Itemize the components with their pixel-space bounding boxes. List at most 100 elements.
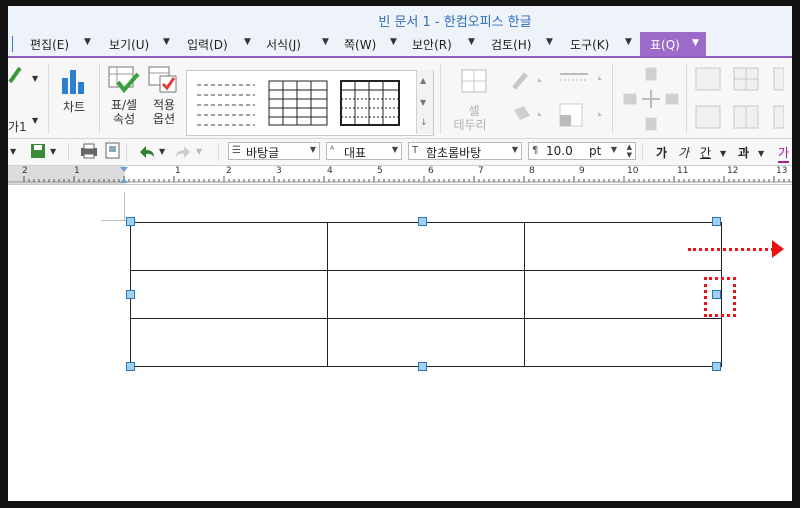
chevron-down-icon[interactable]: ▼ bbox=[32, 72, 38, 86]
table-cell[interactable] bbox=[327, 222, 525, 271]
document-canvas[interactable] bbox=[8, 185, 792, 501]
table-cell[interactable] bbox=[130, 270, 328, 319]
table-cell-properties-button[interactable]: 표/셀 속성 bbox=[106, 64, 142, 130]
chevron-down-icon[interactable]: ▼ bbox=[196, 145, 202, 159]
table-cell[interactable] bbox=[524, 222, 722, 271]
chevron-down-icon[interactable]: ▼ bbox=[163, 37, 170, 47]
table-style-dashed[interactable] bbox=[195, 79, 257, 127]
chevron-down-icon[interactable]: ▼ bbox=[84, 37, 91, 47]
chevron-down-icon[interactable]: ▼ bbox=[758, 147, 764, 161]
print-preview-icon[interactable] bbox=[104, 142, 122, 160]
spin-up-icon[interactable]: ▲ bbox=[627, 143, 632, 151]
menu-security[interactable]: 보안(R) ▼ bbox=[412, 36, 475, 53]
chevron-down-icon[interactable]: ▼ bbox=[159, 145, 165, 159]
font-size-select[interactable]: ¶ 10.0 pt ▼ ▲ ▼ bbox=[528, 142, 636, 160]
merge-split-icons[interactable] bbox=[694, 66, 784, 132]
chevron-down-icon[interactable]: ▼ bbox=[10, 145, 16, 159]
chevron-down-icon[interactable]: ▼ bbox=[611, 145, 617, 154]
horizontal-ruler[interactable]: 2 1 1 2 3 4 5 6 7 8 9 10 11 12 13 bbox=[8, 166, 792, 185]
cell-border-button[interactable]: 셀 테두리 bbox=[453, 66, 494, 132]
resize-handle-top[interactable] bbox=[418, 217, 427, 226]
bold-button[interactable]: 가 bbox=[656, 144, 667, 161]
chevron-down-icon[interactable]: ▼ bbox=[32, 114, 38, 128]
language-select[interactable]: ᴬ 대표 ▼ bbox=[326, 142, 402, 160]
resize-handle-top-left[interactable] bbox=[126, 217, 135, 226]
strikethrough-button[interactable]: 과 bbox=[738, 144, 749, 161]
table-check-icon bbox=[108, 66, 140, 94]
insert-delete-icons[interactable] bbox=[620, 66, 680, 132]
table-row bbox=[130, 270, 722, 319]
italic-button[interactable]: 가 bbox=[678, 144, 689, 161]
chart-button[interactable]: 차트 bbox=[58, 66, 90, 128]
menu-table[interactable]: 표(Q) ▼ bbox=[640, 32, 706, 56]
table-cell-properties-label-2: 속성 bbox=[112, 112, 136, 126]
document-table[interactable] bbox=[130, 222, 722, 367]
apply-options-label-1: 적용 bbox=[152, 98, 176, 112]
spin-down-icon[interactable]: ▼ bbox=[627, 151, 632, 159]
gallery-expand-icon[interactable]: ↓ bbox=[420, 116, 428, 130]
line-style-icon[interactable] bbox=[558, 68, 608, 92]
ruler-number: 5 bbox=[377, 166, 383, 176]
cell-border-label-1: 셀 bbox=[468, 104, 480, 118]
table-cell[interactable] bbox=[327, 318, 525, 367]
divider bbox=[126, 143, 127, 161]
font-select[interactable]: T 함초롬바탕 ▼ bbox=[408, 142, 522, 160]
drag-arrow-line bbox=[688, 248, 774, 251]
redo-icon[interactable] bbox=[174, 144, 192, 158]
divider bbox=[218, 143, 219, 161]
ruler-number: 10 bbox=[627, 166, 639, 176]
brush-icon[interactable] bbox=[508, 68, 548, 92]
menu-review[interactable]: 검토(H) ▼ bbox=[491, 36, 553, 53]
resize-handle-bottom[interactable] bbox=[418, 362, 427, 371]
chevron-down-icon[interactable]: ▼ bbox=[512, 145, 518, 154]
resize-handle-left[interactable] bbox=[126, 290, 135, 299]
chevron-down-icon[interactable]: ▼ bbox=[720, 147, 726, 161]
chevron-down-icon[interactable]: ▼ bbox=[468, 37, 475, 47]
menu-page[interactable]: 쪽(W) ▼ bbox=[344, 36, 397, 53]
chevron-down-icon[interactable]: ▼ bbox=[390, 37, 397, 47]
divider bbox=[642, 143, 643, 161]
table-cell[interactable] bbox=[327, 270, 525, 319]
menu-edit[interactable]: 편집(E) ▼ bbox=[30, 36, 91, 53]
scroll-up-icon[interactable]: ▲ bbox=[420, 74, 426, 88]
style-select[interactable]: ☰ 바탕글 ▼ bbox=[228, 142, 320, 160]
font-color-button[interactable]: 가 bbox=[778, 144, 790, 163]
menu-insert[interactable]: 입력(D) ▼ bbox=[187, 36, 251, 53]
underline-button[interactable]: 간 bbox=[700, 144, 711, 161]
ruler-number: 11 bbox=[677, 166, 689, 176]
chevron-down-icon[interactable]: ▼ bbox=[244, 37, 251, 47]
fill-bucket-icon[interactable] bbox=[508, 102, 548, 126]
chevron-down-icon[interactable]: ▼ bbox=[625, 37, 632, 47]
scroll-down-icon[interactable]: ▼ bbox=[420, 96, 426, 110]
table-cell[interactable] bbox=[524, 318, 722, 367]
chevron-down-icon[interactable]: ▼ bbox=[692, 38, 699, 48]
menu-separator bbox=[12, 36, 13, 52]
table-cell[interactable] bbox=[524, 270, 722, 319]
chevron-down-icon[interactable]: ▼ bbox=[50, 145, 56, 159]
menu-tools-label: 도구(K) bbox=[570, 38, 610, 52]
chevron-down-icon[interactable]: ▼ bbox=[392, 145, 398, 154]
table-checkbox-icon bbox=[148, 66, 177, 93]
resize-handle-bottom-left[interactable] bbox=[126, 362, 135, 371]
table-style-grid[interactable] bbox=[267, 79, 329, 127]
table-cell[interactable] bbox=[130, 222, 328, 271]
print-icon[interactable] bbox=[80, 143, 98, 159]
font-size-value: 10.0 bbox=[546, 144, 573, 158]
cell-shade-icon[interactable] bbox=[558, 102, 608, 130]
chevron-down-icon[interactable]: ▼ bbox=[546, 37, 553, 47]
menu-edit-label: 편집(E) bbox=[30, 38, 70, 52]
table-cell[interactable] bbox=[130, 318, 328, 367]
apply-options-button[interactable]: 적용 옵션 bbox=[146, 64, 182, 130]
resize-handle-top-right[interactable] bbox=[712, 217, 721, 226]
menu-view[interactable]: 보기(U) ▼ bbox=[109, 36, 170, 53]
gallery-scrollbar[interactable]: ▲ ▼ ↓ bbox=[416, 70, 433, 134]
pen-icon[interactable] bbox=[8, 64, 22, 84]
resize-handle-bottom-right[interactable] bbox=[712, 362, 721, 371]
menu-tools[interactable]: 도구(K) ▼ bbox=[570, 36, 632, 53]
menu-format[interactable]: 서식(J) ▼ bbox=[266, 36, 329, 53]
chevron-down-icon[interactable]: ▼ bbox=[310, 145, 316, 154]
undo-icon[interactable] bbox=[138, 144, 156, 158]
chevron-down-icon[interactable]: ▼ bbox=[322, 37, 329, 47]
save-icon[interactable] bbox=[30, 143, 46, 159]
table-style-double[interactable] bbox=[339, 79, 401, 127]
